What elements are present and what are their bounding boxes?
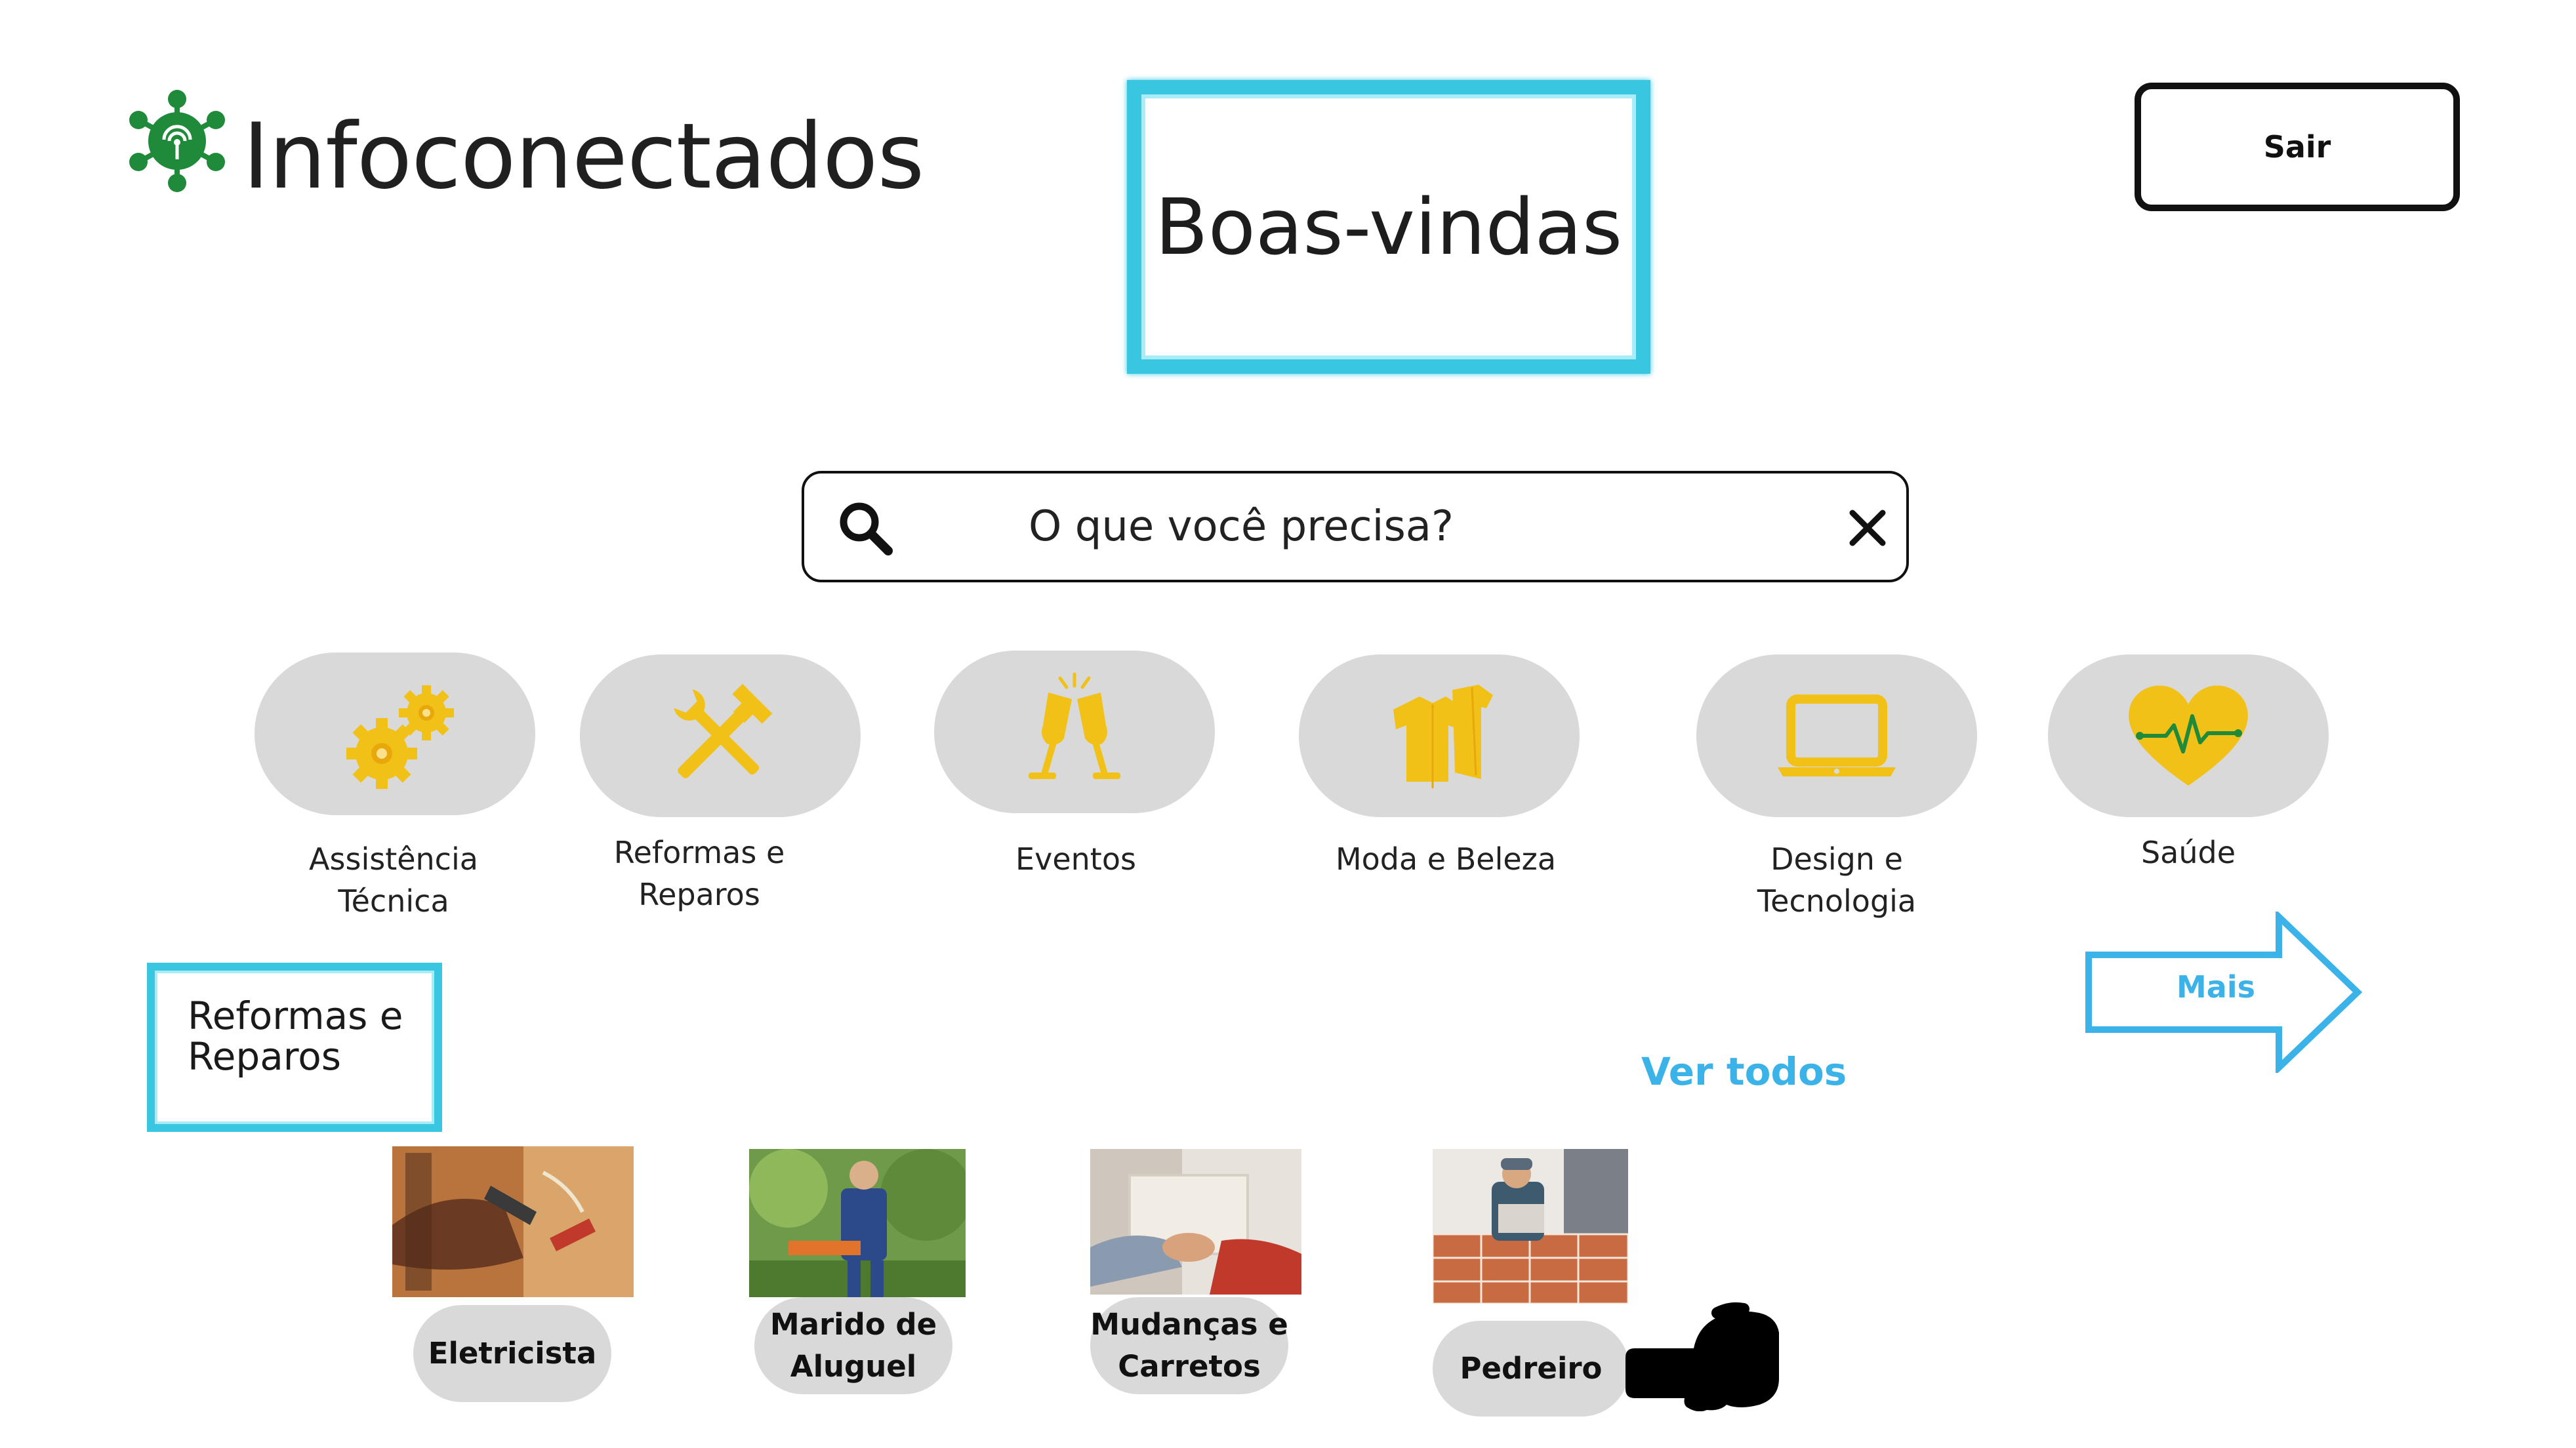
category-assistencia-tecnica[interactable] [255, 653, 535, 815]
eletricista-photo[interactable] [392, 1146, 634, 1297]
category-reformas-reparos[interactable] [580, 654, 861, 817]
mudancas-carretos-photo[interactable] [1090, 1149, 1301, 1295]
category-label: Moda e Beleza [1335, 841, 1557, 877]
see-all-link[interactable]: Ver todos [1641, 1049, 1847, 1094]
network-logo-icon [129, 90, 225, 192]
search-icon[interactable] [836, 498, 895, 557]
clothes-icon [1393, 685, 1493, 788]
marido-de-aluguel-photo[interactable] [749, 1149, 966, 1297]
search-input[interactable]: O que você precisa? [1029, 502, 1454, 551]
service-eletricista[interactable]: Eletricista [413, 1305, 611, 1402]
search-bar[interactable]: O que você precisa? [802, 471, 1909, 582]
service-label: Marido de Aluguel [769, 1307, 937, 1384]
category-label: Assistência Técnica [309, 841, 478, 919]
heartbeat-icon [2129, 685, 2248, 786]
service-pedreiro[interactable]: Pedreiro [1433, 1321, 1629, 1417]
pedreiro-photo[interactable] [1433, 1149, 1628, 1304]
category-label: Saúde [2140, 835, 2236, 870]
welcome-text: Boas-vindas [1155, 182, 1623, 272]
service-label: Eletricista [428, 1336, 597, 1371]
category-moda-beleza[interactable] [1299, 654, 1580, 817]
champagne-toast-icon [1029, 672, 1120, 779]
section-header: Reformas e Reparos [147, 963, 442, 1132]
more-label[interactable]: Mais [2177, 969, 2255, 1005]
gears-icon [346, 685, 454, 789]
category-saude[interactable] [2048, 654, 2329, 817]
close-icon[interactable] [1847, 508, 1888, 548]
category-label: Reformas e Reparos [613, 835, 785, 912]
category-design-tecnologia[interactable] [1696, 654, 1977, 817]
laptop-icon [1778, 694, 1896, 776]
category-label: Design e Tecnologia [1757, 841, 1917, 919]
service-mudancas-carretos[interactable]: Mudanças e Carretos [1090, 1297, 1288, 1394]
hammer-wrench-icon [674, 683, 773, 778]
service-label: Mudanças e Carretos [1090, 1307, 1288, 1384]
category-eventos[interactable] [934, 651, 1215, 813]
service-label: Pedreiro [1460, 1351, 1603, 1386]
category-label: Eventos [1015, 841, 1136, 877]
section-title: Reformas e Reparos [188, 994, 403, 1079]
logout-label: Sair [2263, 129, 2331, 165]
welcome-banner: Boas-vindas [1127, 80, 1650, 374]
app-title: Infoconectados [243, 104, 924, 209]
pointing-hand-icon [1625, 1302, 1779, 1411]
service-marido-de-aluguel[interactable]: Marido de Aluguel [754, 1297, 952, 1394]
logout-button[interactable]: Sair [2135, 83, 2460, 211]
